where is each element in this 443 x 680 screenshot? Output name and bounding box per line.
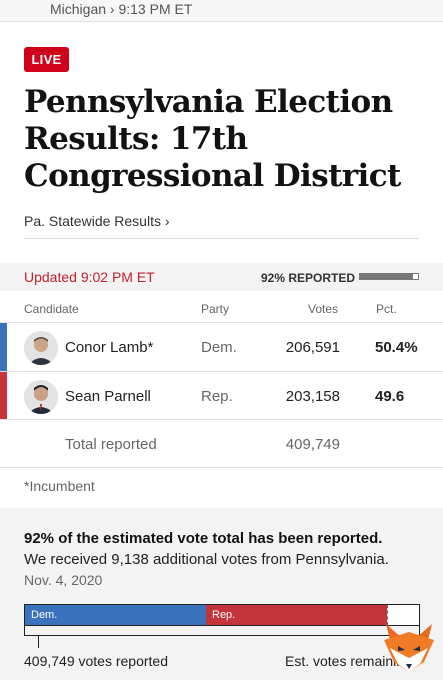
header-pct: Pct. (376, 302, 397, 316)
candidate-name: Sean Parnell (65, 388, 151, 405)
table-row: Conor Lamb* Dem. 206,591 50.4% (0, 322, 443, 371)
divider (24, 238, 419, 239)
candidate-party: Rep. (201, 388, 233, 405)
total-label: Total reported (65, 436, 157, 453)
estimate-subtitle: We received 9,138 additional votes from … (24, 551, 389, 568)
top-bar: Michigan › 9:13 PM ET (0, 0, 443, 22)
reported-progress-fill (360, 274, 414, 279)
page-title: Pennsylvania Election Results: 17th Cong… (24, 84, 401, 194)
header-party: Party (201, 302, 230, 316)
candidate-photo (24, 380, 58, 414)
vote-share-bar: Dem. Rep. (24, 604, 420, 626)
party-color-stripe (0, 372, 7, 420)
candidate-party: Dem. (201, 339, 237, 356)
statewide-results-link[interactable]: Pa. Statewide Results › (24, 213, 170, 229)
fox-logo-icon (384, 624, 434, 672)
percent-reported-label: 92% REPORTED (261, 271, 356, 285)
header-candidate: Candidate (24, 302, 79, 316)
candidate-name: Conor Lamb* (65, 339, 154, 356)
dem-segment: Dem. (25, 605, 206, 625)
estimate-title: 92% of the estimated vote total has been… (24, 530, 383, 547)
live-badge: LIVE (24, 47, 69, 72)
bar-bracket (24, 626, 420, 636)
votes-reported-label: 409,749 votes reported (24, 653, 168, 669)
party-color-stripe (0, 323, 7, 371)
estimate-date: Nov. 4, 2020 (24, 572, 103, 588)
reported-progress-bar (359, 273, 419, 280)
breadcrumb[interactable]: Michigan › 9:13 PM ET (50, 1, 192, 17)
candidate-pct: 50.4% (375, 339, 418, 356)
dem-segment-label: Dem. (31, 609, 58, 621)
rep-segment: Rep. (206, 605, 387, 625)
candidate-photo (24, 331, 58, 365)
header-votes: Votes (308, 302, 339, 316)
reported-tick (38, 636, 39, 648)
total-row: Total reported 409,749 (0, 419, 443, 468)
candidate-pct: 49.6 (375, 388, 405, 405)
candidate-votes: 206,591 (285, 339, 340, 356)
total-votes: 409,749 (285, 436, 340, 453)
rep-segment-label: Rep. (212, 609, 236, 621)
table-row: Sean Parnell Rep. 203,158 49.6 (0, 371, 443, 420)
candidate-votes: 203,158 (285, 388, 340, 405)
incumbent-footnote: *Incumbent (24, 478, 95, 494)
updated-time: Updated 9:02 PM ET (24, 269, 155, 285)
